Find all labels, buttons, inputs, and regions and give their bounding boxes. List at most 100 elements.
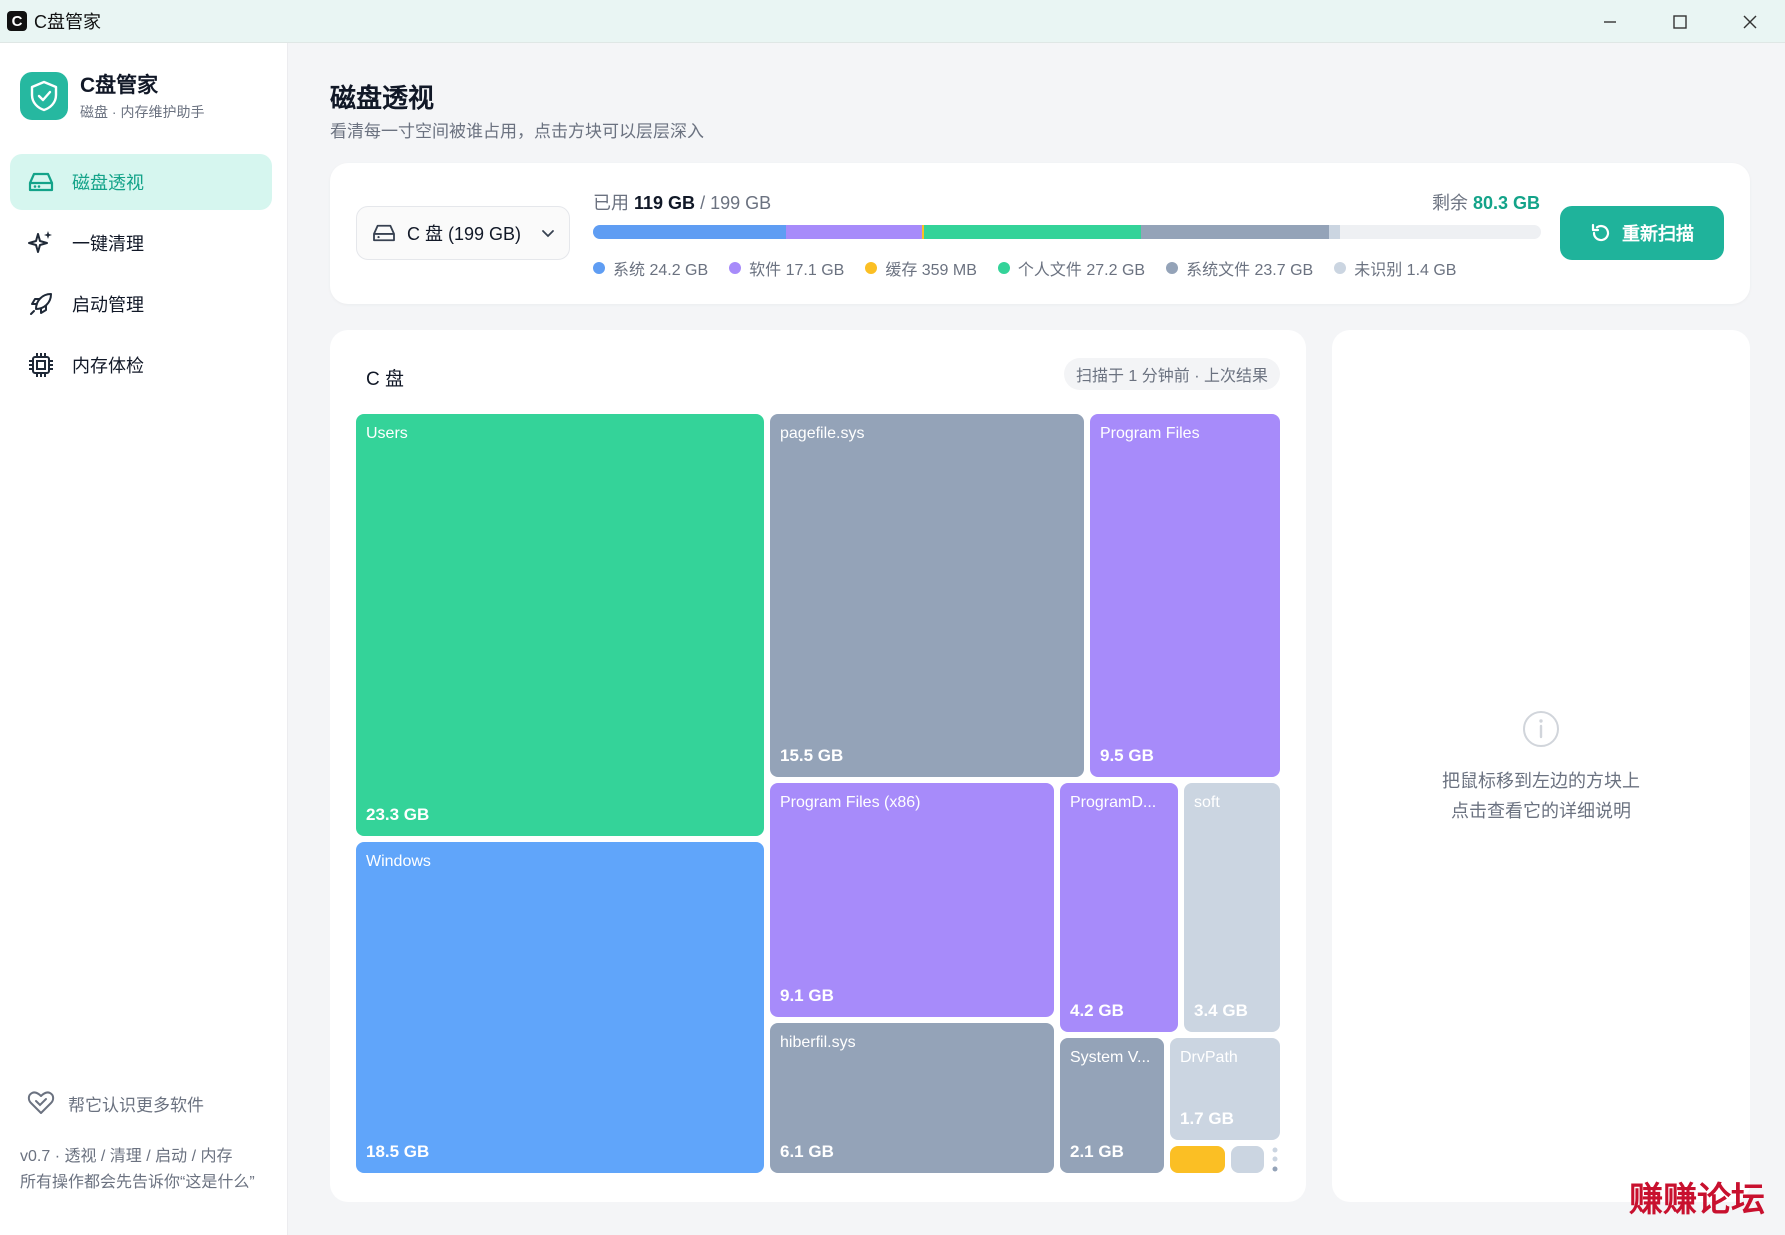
treemap-card: C 盘 扫描于 1 分钟前 · 上次结果 Users 23.3 GB Windo… [330, 330, 1306, 1202]
help-label: 帮它认识更多软件 [68, 1095, 204, 1115]
treemap-tile-windows[interactable]: Windows 18.5 GB [356, 842, 764, 1173]
maximize-icon [1673, 14, 1687, 29]
footer-note: 所有操作都会先告诉你“这是什么” [20, 1174, 255, 1191]
brand: C盘管家 磁盘 · 内存维护助手 [20, 69, 204, 122]
used-value: 119 GB [634, 193, 696, 213]
forum-watermark: 赚赚论坛 [1629, 1180, 1765, 1220]
sidebar-item-cleanup[interactable]: 一键清理 [10, 215, 272, 271]
rocket-icon [26, 289, 56, 319]
legend-label: 缓存 359 MB [885, 262, 977, 279]
usage-bar-segment [924, 225, 1141, 239]
tile-name: soft [1194, 794, 1220, 811]
legend-item: 个人文件 27.2 GB [997, 256, 1146, 280]
detail-panel: 把鼠标移到左边的方块上 点击查看它的详细说明 [1332, 330, 1750, 1202]
rescan-label: 重新扫描 [1622, 224, 1694, 244]
usage-bar [593, 225, 1541, 239]
treemap-tile-small-cache[interactable] [1170, 1146, 1225, 1173]
help-identify-link[interactable]: 帮它认识更多软件 [26, 1088, 204, 1118]
usage-legend: 系统 24.2 GB 软件 17.1 GB 缓存 359 MB 个人文件 27.2 G… [593, 256, 1477, 280]
tile-name: pagefile.sys [780, 425, 865, 442]
tile-name: DrvPath [1180, 1049, 1238, 1066]
sidebar-item-label: 启动管理 [72, 295, 144, 315]
sidebar-item-memory[interactable]: 内存体检 [10, 337, 272, 393]
used-prefix: 已用 [593, 193, 629, 213]
tile-name: Program Files [1100, 425, 1200, 442]
tile-size: 6.1 GB [780, 1142, 834, 1161]
legend-dot [1166, 262, 1179, 274]
app-icon: C [7, 11, 27, 31]
detail-hint-line1: 把鼠标移到左边的方块上 [1442, 771, 1640, 791]
free-summary: 剩余 80.3 GB [1432, 189, 1540, 215]
treemap-tile-pagefile[interactable]: pagefile.sys 15.5 GB [770, 414, 1084, 777]
sidebar-item-disk-view[interactable]: 磁盘透视 [10, 154, 272, 210]
treemap-tile-users[interactable]: Users 23.3 GB [356, 414, 764, 836]
scan-status-badge: 扫描于 1 分钟前 · 上次结果 [1063, 358, 1280, 390]
legend-item: 未识别 1.4 GB [1334, 256, 1456, 280]
legend-dot [865, 262, 878, 274]
treemap-tile-program-files-x86[interactable]: Program Files (x86) 9.1 GB [770, 783, 1054, 1017]
title-bar: C C盘管家 [0, 0, 1785, 43]
treemap-tile-tiny[interactable] [1270, 1146, 1280, 1173]
detail-hint: 把鼠标移到左边的方块上 点击查看它的详细说明 [1332, 766, 1750, 826]
tile-size: 3.4 GB [1194, 1001, 1248, 1020]
heart-handshake-icon [26, 1088, 56, 1118]
treemap-tile-programdata[interactable]: ProgramD... 4.2 GB [1060, 783, 1178, 1032]
more-dots-icon [1272, 1147, 1278, 1172]
rescan-button[interactable]: 重新扫描 [1560, 206, 1724, 260]
usage-bar-segment [785, 225, 922, 239]
sparkles-icon [26, 228, 56, 258]
version-line: v0.7 · 透视 / 清理 / 启动 / 内存 [20, 1148, 233, 1165]
close-icon [1743, 15, 1757, 28]
tile-name: System V... [1070, 1049, 1151, 1066]
chip-icon [26, 350, 56, 380]
page-title: 磁盘透视 [330, 83, 435, 113]
minimize-icon [1604, 20, 1616, 23]
brand-subtitle: 磁盘 · 内存维护助手 [80, 104, 205, 120]
refresh-icon [1591, 223, 1610, 242]
treemap-tile-soft[interactable]: soft 3.4 GB [1184, 783, 1280, 1032]
sidebar-item-label: 内存体检 [72, 356, 144, 376]
page-subtitle: 看清每一寸空间被谁占用，点击方块可以层层深入 [330, 122, 704, 141]
tile-size: 9.5 GB [1100, 746, 1154, 765]
treemap-tile-system-volume[interactable]: System V... 2.1 GB [1060, 1038, 1164, 1173]
tile-size: 15.5 GB [780, 746, 844, 765]
legend-label: 软件 17.1 GB [749, 262, 845, 279]
tile-size: 18.5 GB [366, 1142, 430, 1161]
maximize-button[interactable] [1645, 0, 1715, 43]
treemap-tile-hiberfil[interactable]: hiberfil.sys 6.1 GB [770, 1023, 1054, 1173]
legend-dot [997, 262, 1010, 274]
treemap-tile-small-other[interactable] [1231, 1146, 1264, 1173]
usage-bar-segment [1329, 225, 1341, 239]
brand-name: C盘管家 [80, 74, 159, 97]
sidebar-nav: 磁盘透视 一键清理 启动管理 内存体检 [10, 154, 272, 398]
drive-icon [373, 224, 395, 242]
legend-dot [729, 262, 742, 274]
tile-size: 2.1 GB [1070, 1142, 1124, 1161]
usage-bar-segment [593, 225, 786, 239]
free-prefix: 剩余 [1431, 193, 1468, 213]
disk-summary-card: C 盘 (199 GB) 已用 119 GB / 199 GB 剩余 80.3 … [330, 163, 1750, 304]
tile-name: Windows [366, 853, 431, 870]
disk-selector-label: C 盘 (199 GB) [407, 224, 522, 244]
disk-selector[interactable]: C 盘 (199 GB) [356, 206, 570, 260]
tile-name: Users [366, 425, 408, 442]
legend-dot [1334, 262, 1347, 274]
total-value: / 199 GB [700, 193, 772, 213]
detail-hint-line2: 点击查看它的详细说明 [1451, 801, 1631, 821]
sidebar: C盘管家 磁盘 · 内存维护助手 磁盘透视 一键清理 启动管理 内存体检 帮它认… [0, 43, 288, 1235]
sidebar-item-startup[interactable]: 启动管理 [10, 276, 272, 332]
window-title: C盘管家 [34, 12, 101, 32]
legend-item: 软件 17.1 GB [729, 256, 844, 280]
tile-size: 9.1 GB [780, 986, 834, 1005]
tile-name: Program Files (x86) [780, 794, 921, 811]
treemap-title: C 盘 [366, 369, 405, 390]
sidebar-item-label: 一键清理 [72, 234, 144, 254]
sidebar-footer: v0.7 · 透视 / 清理 / 启动 / 内存 所有操作都会先告诉你“这是什么… [20, 1144, 260, 1196]
treemap-tile-drvpath[interactable]: DrvPath 1.7 GB [1170, 1038, 1280, 1140]
tile-name: ProgramD... [1070, 794, 1157, 811]
close-button[interactable] [1715, 0, 1785, 43]
legend-label: 个人文件 27.2 GB [1017, 262, 1146, 279]
treemap-tile-program-files[interactable]: Program Files 9.5 GB [1090, 414, 1280, 777]
used-summary: 已用 119 GB / 199 GB [593, 189, 771, 215]
minimize-button[interactable] [1575, 0, 1645, 43]
